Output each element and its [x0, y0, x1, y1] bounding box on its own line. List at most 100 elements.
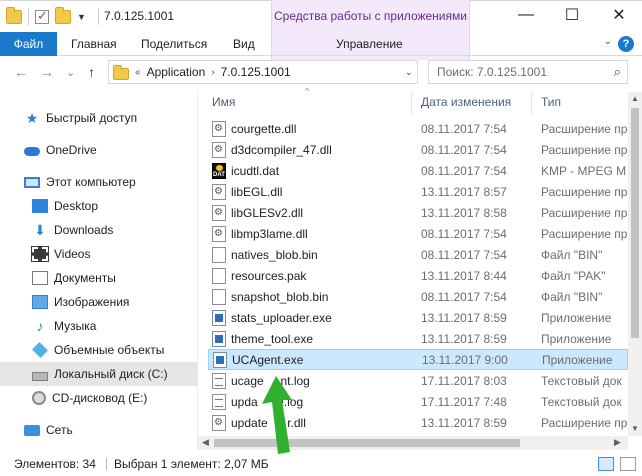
sidebar-item-downloads[interactable]: ⬇ Downloads — [0, 218, 197, 242]
sidebar-item-label: Desktop — [54, 199, 99, 213]
vertical-scrollbar[interactable]: ▲ ▼ — [628, 92, 642, 436]
sidebar-item-label: Документы — [54, 271, 116, 285]
column-divider[interactable] — [531, 92, 532, 114]
large-icons-view-icon[interactable] — [620, 457, 636, 471]
file-date: 08.11.2017 7:54 — [421, 289, 507, 304]
maximize-button[interactable]: ☐ — [549, 0, 595, 30]
file-row[interactable]: theme_tool.exe 13.11.2017 8:59 Приложение — [208, 328, 628, 349]
sidebar-item-label: Объемные объекты — [54, 343, 165, 357]
file-row[interactable]: snapshot_blob.bin 08.11.2017 7:54 Файл "BI… — [208, 286, 628, 307]
details-view-icon[interactable] — [598, 457, 614, 471]
file-type: Файл "BIN" — [541, 247, 603, 262]
minimize-button[interactable]: — — [503, 0, 549, 30]
address-history-dropdown[interactable]: ⌄ — [405, 67, 413, 78]
sidebar-item-local-disk[interactable]: Локальный диск (C:) — [0, 362, 197, 386]
sidebar-item-music[interactable]: ♪ Музыка — [0, 314, 197, 338]
sidebar-item-label: Сеть — [46, 423, 73, 437]
quick-access-toolbar: ▼ — [6, 7, 86, 25]
sidebar-item-documents[interactable]: Документы — [0, 266, 197, 290]
sidebar-item-network[interactable]: Сеть — [0, 418, 197, 442]
sidebar-item-videos[interactable]: Videos — [0, 242, 197, 266]
breadcrumb-application[interactable]: Application — [147, 65, 206, 79]
file-row[interactable]: libEGL.dll 13.11.2017 8:57 Расширение пр — [208, 181, 628, 202]
up-button[interactable]: ↑ — [88, 64, 95, 80]
file-row-selected[interactable]: UCAgent.exe 13.11.2017 9:00 Приложение — [208, 349, 628, 370]
music-icon: ♪ — [36, 318, 44, 334]
sidebar-item-desktop[interactable]: Desktop — [0, 194, 197, 218]
file-row[interactable]: stats_uploader.exe 13.11.2017 8:59 Приложе… — [208, 307, 628, 328]
forward-button[interactable]: → — [40, 64, 54, 80]
tab-manage[interactable]: Управление — [336, 37, 403, 51]
ribbon-expand-icon[interactable]: ⌄ — [604, 36, 612, 47]
column-divider[interactable] — [411, 92, 412, 114]
document-icon — [32, 271, 48, 285]
folder-icon — [113, 64, 129, 80]
sidebar-item-3d-objects[interactable]: Объемные объекты — [0, 338, 197, 362]
dll-file-icon — [212, 204, 226, 221]
tab-file[interactable]: Файл — [0, 32, 57, 56]
customize-toolbar-dropdown[interactable]: ▼ — [77, 12, 86, 22]
dat-file-icon — [212, 162, 226, 179]
download-icon: ⬇ — [34, 222, 46, 238]
file-type: Приложение — [541, 331, 612, 346]
chevron-right-icon[interactable]: › — [211, 67, 214, 78]
video-icon — [31, 246, 49, 262]
file-type: Приложение — [541, 310, 612, 325]
sidebar-item-this-pc[interactable]: Этот компьютер — [0, 170, 197, 194]
column-header-date[interactable]: Дата изменения — [421, 88, 511, 116]
scroll-down-icon[interactable]: ▼ — [631, 424, 639, 433]
file-type: Расширение пр — [541, 184, 628, 199]
search-input[interactable]: Поиск: 7.0.125.1001 ⌕ — [428, 60, 628, 84]
file-row[interactable]: icudtl.dat 08.11.2017 7:54 KMP - MPEG M — [208, 160, 628, 181]
sidebar-item-label: Локальный диск (C:) — [54, 367, 168, 381]
address-bar[interactable]: « Application › 7.0.125.1001 — [108, 60, 418, 84]
file-row[interactable]: d3dcompiler_47.dll 08.11.2017 7:54 Расшире… — [208, 139, 628, 160]
sidebar-item-pictures[interactable]: Изображения — [0, 290, 197, 314]
close-button[interactable]: ✕ — [596, 0, 642, 30]
tab-view[interactable]: Вид — [233, 37, 255, 51]
column-header-name[interactable]: Имя — [212, 88, 235, 116]
folder-icon[interactable] — [6, 7, 22, 24]
selection-info: Выбран 1 элемент: 2,07 МБ — [114, 457, 269, 471]
file-row[interactable]: courgette.dll 08.11.2017 7:54 Расширение п… — [208, 118, 628, 139]
file-date: 17.11.2017 7:48 — [421, 394, 507, 409]
column-header-type[interactable]: Тип — [541, 88, 561, 116]
tab-share[interactable]: Поделиться — [141, 37, 207, 51]
help-icon[interactable]: ? — [618, 36, 634, 52]
file-name: stats_uploader.exe — [231, 310, 332, 325]
dll-file-icon — [212, 183, 226, 200]
file-date: 08.11.2017 7:54 — [421, 247, 507, 262]
file-date: 13.11.2017 9:00 — [422, 352, 508, 367]
sidebar-item-onedrive[interactable]: OneDrive — [0, 138, 197, 162]
file-date: 13.11.2017 8:58 — [421, 205, 507, 220]
sidebar-item-cd-drive[interactable]: CD-дисковод (E:) — [0, 386, 197, 410]
tab-home[interactable]: Главная — [71, 37, 117, 51]
title-divider — [98, 9, 99, 25]
new-folder-icon[interactable] — [55, 7, 71, 24]
sidebar-item-quick-access[interactable]: ★ Быстрый доступ — [0, 106, 197, 130]
back-button[interactable]: ← — [14, 64, 28, 80]
file-name: theme_tool.exe — [231, 331, 314, 346]
scroll-left-icon[interactable]: ◀ — [202, 437, 209, 448]
scroll-thumb[interactable] — [631, 108, 639, 338]
file-row[interactable]: natives_blob.bin 08.11.2017 7:54 Файл "BIN… — [208, 244, 628, 265]
file-name: libEGL.dll — [231, 184, 283, 199]
file-type: Расширение пр — [541, 142, 628, 157]
file-icon — [212, 267, 226, 284]
scroll-right-icon[interactable]: ▶ — [614, 437, 621, 448]
file-row[interactable]: resources.pak 13.11.2017 8:44 Файл "PAK" — [208, 265, 628, 286]
file-name: natives_blob.bin — [231, 247, 318, 262]
breadcrumb-current[interactable]: 7.0.125.1001 — [221, 65, 291, 79]
file-type: Текстовый док — [541, 394, 622, 409]
file-name: resources.pak — [231, 268, 307, 283]
navigation-pane: ★ Быстрый доступ OneDrive Этот компьютер… — [0, 92, 197, 450]
file-row[interactable]: libmp3lame.dll 08.11.2017 7:54 Расширение … — [208, 223, 628, 244]
file-type: KMP - MPEG M — [541, 163, 627, 178]
properties-icon[interactable] — [35, 8, 49, 24]
recent-locations-button[interactable]: ⌄ — [66, 66, 75, 79]
text-file-icon — [212, 393, 226, 410]
file-icon — [212, 288, 226, 305]
breadcrumb-overflow[interactable]: « — [135, 67, 141, 78]
file-row[interactable]: libGLESv2.dll 13.11.2017 8:58 Расширение п… — [208, 202, 628, 223]
scroll-up-icon[interactable]: ▲ — [631, 94, 639, 103]
